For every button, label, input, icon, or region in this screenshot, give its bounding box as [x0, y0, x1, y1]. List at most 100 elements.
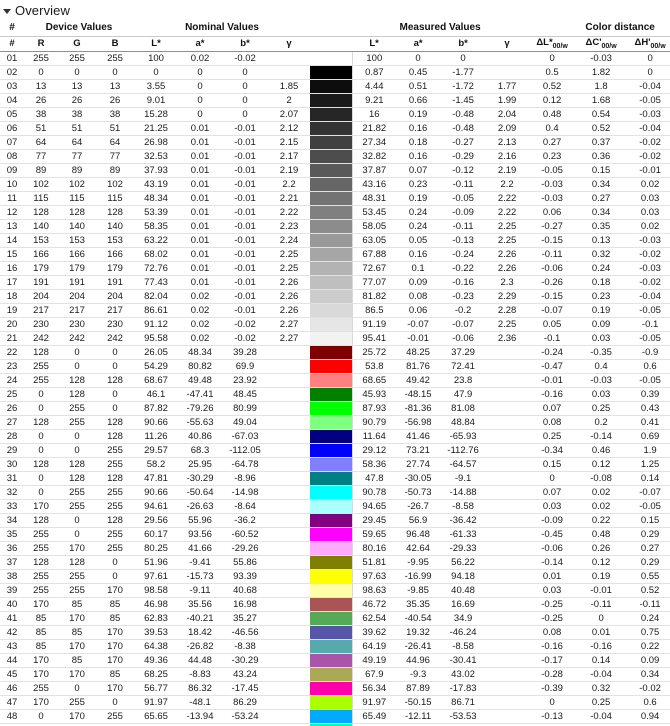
column-header-mb[interactable]: b*: [440, 36, 487, 52]
table-row[interactable]: 41 85 170 85 62.83 -40.21 35.27 62.54 -40.54 34.9…: [0, 611, 670, 626]
column-header-b[interactable]: B: [96, 36, 135, 52]
column-header-idx[interactable]: #: [0, 36, 24, 52]
table-row[interactable]: 26 0 255 0 87.82 -79.26 80.99 87.93 -81.36 81.08 0…: [0, 401, 670, 416]
cell-mb: 16.69: [440, 597, 487, 612]
table-row[interactable]: 32 0 255 255 90.66 -50.64 -14.98 90.78 -50.73 -14…: [0, 485, 670, 500]
table-row[interactable]: 08 77 77 77 32.53 0.01 -0.01 2.17 32.82 0.16 -0.29…: [0, 149, 670, 164]
cell-mgamma: [486, 373, 529, 388]
table-row[interactable]: 19 217 217 217 86.61 0.02 -0.01 2.26 86.5 0.06 -0.…: [0, 303, 670, 318]
table-row[interactable]: 13 140 140 140 58.35 0.01 -0.01 2.23 58.05 0.24 -0…: [0, 219, 670, 234]
cell-dH: -0.02: [626, 149, 670, 164]
color-swatch: [310, 583, 352, 596]
table-row[interactable]: 06 51 51 51 21.25 0.01 -0.01 2.12 21.82 0.16 -0.48…: [0, 121, 670, 136]
table-row[interactable]: 20 230 230 230 91.12 0.02 -0.02 2.27 91.19 -0.07-…: [0, 317, 670, 332]
column-header-g[interactable]: G: [58, 36, 96, 52]
table-row[interactable]: 37 128 128 0 51.96 -9.41 55.86 51.81 -9.95 56.22-…: [0, 555, 670, 570]
cell-b: 0: [96, 387, 135, 402]
column-header-ngamma[interactable]: γ: [268, 36, 311, 52]
table-row[interactable]: 44 170 85 170 49.36 44.48 -30.29 49.19 44.96 -30.…: [0, 653, 670, 668]
cell-mb: 47.9: [440, 387, 487, 402]
cell-ngamma: [268, 345, 311, 360]
table-row[interactable]: 12 128 128 128 53.39 0.01 -0.01 2.22 53.45 0.24 -0…: [0, 205, 670, 220]
table-row[interactable]: 07 64 64 64 26.98 0.01 -0.01 2.15 27.34 0.18 -0.27…: [0, 135, 670, 150]
column-header-dL[interactable]: ΔL*00/w: [528, 36, 577, 52]
cell-ngamma: [268, 653, 311, 668]
cell-r: 128: [24, 205, 58, 220]
column-header-ma[interactable]: a*: [396, 36, 441, 52]
column-header-nL[interactable]: L*: [134, 36, 179, 52]
column-header-swatch[interactable]: [310, 36, 353, 52]
cell-mb: -29.33: [440, 541, 487, 556]
table-row[interactable]: 18 204 204 204 82.04 0.02 -0.01 2.26 81.82 0.08 -0…: [0, 289, 670, 304]
table-row[interactable]: 14 153 153 153 63.22 0.01 -0.01 2.24 63.05 0.05 -0…: [0, 233, 670, 248]
cell-mgamma: [486, 65, 529, 80]
cell-r: 128: [24, 513, 58, 528]
table-row[interactable]: 42 85 85 170 39.53 18.42 -46.56 39.62 19.32 -46.2…: [0, 625, 670, 640]
cell-ngamma: 2.2: [268, 177, 311, 192]
column-header-na[interactable]: a*: [178, 36, 223, 52]
table-row[interactable]: 11 115 115 115 48.34 0.01 -0.01 2.21 48.31 0.19 -0…: [0, 191, 670, 206]
cell-r: 85: [24, 639, 58, 654]
cell-mL: 21.82: [351, 121, 397, 136]
cell-b: 128: [96, 429, 135, 444]
column-header-dH[interactable]: ΔH'00/w: [626, 36, 670, 52]
table-row[interactable]: 31 0 128 128 47.81 -30.29 -8.96 47.8 -30.05 -9.1 0…: [0, 471, 670, 486]
table-row[interactable]: 40 170 85 85 46.98 35.56 16.98 46.72 35.35 16.69-…: [0, 597, 670, 612]
color-swatch: [310, 93, 352, 106]
table-row[interactable]: 22 128 0 0 26.05 48.34 39.28 25.72 48.25 37.29 -0.…: [0, 345, 670, 360]
table-row[interactable]: 05 38 38 38 15.28 0 0 2.07 16 0.19 -0.48 2.04 0.48 0.…: [0, 107, 670, 122]
table-row[interactable]: 30 128 128 255 58.2 25.95 -64.78 58.36 27.74 -64.…: [0, 457, 670, 472]
cell-mgamma: 2.29: [486, 289, 529, 304]
column-header-r[interactable]: R: [24, 36, 58, 52]
column-header-mgamma[interactable]: γ: [486, 36, 529, 52]
cell-na: 68.3: [178, 443, 223, 458]
table-row[interactable]: 020000000.870.45-1.770.51.8201.88: [0, 65, 670, 80]
table-row[interactable]: 45 170 170 85 68.25 -8.83 43.24 67.9 -9.3 43.02 -0…: [0, 667, 670, 682]
table-row[interactable]: 15 166 166 166 68.02 0.01 -0.01 2.25 67.88 0.16 -0…: [0, 247, 670, 262]
cell-b: 153: [96, 233, 135, 248]
cell-nb: -8.38: [222, 639, 269, 654]
cell-idx: 29: [0, 443, 24, 458]
cell-dH: 0.39: [626, 387, 670, 402]
cell-b: 191: [96, 275, 135, 290]
table-row[interactable]: 39 255 255 170 98.58 -9.11 40.68 98.63 -9.85 40.4…: [0, 583, 670, 598]
table-row[interactable]: 17 191 191 191 77.43 0.01 -0.01 2.26 77.07 0.09 -0…: [0, 275, 670, 290]
table-row[interactable]: 16 179 179 179 72.76 0.01 -0.01 2.25 72.67 0.1 -0.…: [0, 261, 670, 276]
color-swatch: [310, 107, 352, 120]
table-row[interactable]: 28 0 0 128 11.26 40.86 -67.03 11.64 41.46 -65.93 0…: [0, 429, 670, 444]
table-row[interactable]: 48 0 170 255 65.65 -13.94 -53.24 65.49 -12.11 -53…: [0, 709, 670, 724]
table-row[interactable]: 27 128 255 128 90.66 -55.63 49.04 90.79 -56.98 48…: [0, 415, 670, 430]
table-row[interactable]: 24 255 128 128 68.67 49.48 23.92 68.65 49.42 23.8…: [0, 373, 670, 388]
column-header-nb[interactable]: b*: [222, 36, 269, 52]
table-row[interactable]: 47 170 255 0 91.97 -48.1 86.29 91.97 -50.15 86.71…: [0, 695, 670, 710]
table-row[interactable]: 03 13 13 13 3.55 0 0 1.85 4.44 0.51 -1.72 1.77 0.52 1…: [0, 79, 670, 94]
cell-r: 77: [24, 149, 58, 164]
table-row[interactable]: 25 0 128 0 46.1 -47.41 48.45 45.93 -48.15 47.9 -0.…: [0, 387, 670, 402]
table-row[interactable]: 38 255 255 0 97.61 -15.73 93.39 97.63 -16.99 94.1…: [0, 569, 670, 584]
table-row[interactable]: 21 242 242 242 95.58 0.02 -0.02 2.27 95.41 -0.01-…: [0, 331, 670, 346]
cell-nL: 54.29: [134, 359, 179, 374]
overview-disclosure-header[interactable]: Overview: [0, 0, 670, 20]
table-row[interactable]: 09 89 89 89 37.93 0.01 -0.01 2.19 37.87 0.07 -0.12…: [0, 163, 670, 178]
table-row[interactable]: 012552552551000.02-0.02100000-0.0300.03: [0, 51, 670, 66]
table-row[interactable]: 36 255 170 255 80.25 41.66 -29.26 80.16 42.64 -29…: [0, 541, 670, 556]
cell-dH: 0.22: [626, 639, 670, 654]
cell-r: 85: [24, 625, 58, 640]
table-row[interactable]: 33 170 255 255 94.61 -26.63 -8.64 94.65 -26.7 -8.…: [0, 499, 670, 514]
cell-mb: 40.48: [440, 583, 487, 598]
table-row[interactable]: 29 0 0 255 29.57 68.3 -112.05 29.12 73.21 -112.76…: [0, 443, 670, 458]
column-header-dC[interactable]: ΔC'00/w: [576, 36, 627, 52]
table-row[interactable]: 10 102 102 102 43.19 0.01 -0.01 2.2 43.16 0.23 -0.…: [0, 177, 670, 192]
cell-nb: -0.01: [222, 205, 269, 220]
table-row[interactable]: 04 26 26 26 9.01 0 0 2 9.21 0.66 -1.45 1.99 0.12 1.68…: [0, 93, 670, 108]
column-header-mL[interactable]: L*: [352, 36, 397, 52]
cell-dC: 1.68: [576, 93, 627, 108]
triangle-down-icon[interactable]: [3, 8, 11, 14]
cell-r: 0: [24, 401, 58, 416]
cell-b: 170: [96, 639, 135, 654]
table-row[interactable]: 34 128 0 128 29.56 55.96 -36.2 29.45 56.9 -36.42-…: [0, 513, 670, 528]
table-row[interactable]: 43 85 170 170 64.38 -26.82 -8.38 64.19 -26.41 -8.…: [0, 639, 670, 654]
table-row[interactable]: 23 255 0 0 54.29 80.82 69.9 53.8 81.76 72.41 -0.47…: [0, 359, 670, 374]
table-row[interactable]: 46 255 0 170 56.77 86.32 -17.45 56.34 87.89 -17.8…: [0, 681, 670, 696]
table-row[interactable]: 35 255 0 255 60.17 93.56 -60.52 59.65 96.48 -61.3…: [0, 527, 670, 542]
